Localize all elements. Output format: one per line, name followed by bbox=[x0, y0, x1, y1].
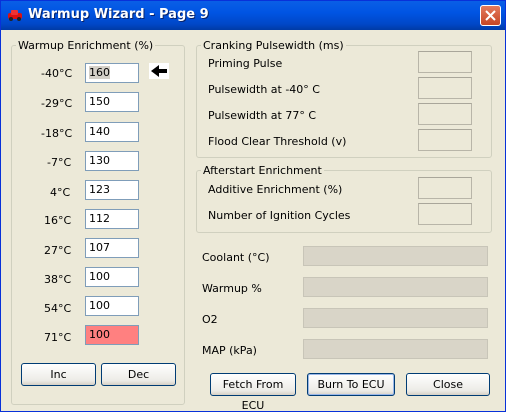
warmup-value-input[interactable]: 123 bbox=[85, 180, 139, 200]
close-window-button[interactable] bbox=[480, 5, 501, 26]
additive-enrichment-field bbox=[418, 177, 472, 199]
temp-label: -29°C bbox=[41, 97, 73, 110]
temp-label: -40°C bbox=[41, 67, 73, 80]
close-icon bbox=[485, 10, 496, 21]
inc-button[interactable]: Inc bbox=[21, 363, 96, 386]
warmup-value-input[interactable]: 160 bbox=[85, 63, 139, 83]
pulsewidth-minus40-field bbox=[418, 77, 472, 99]
close-button[interactable]: Close bbox=[406, 373, 490, 396]
dec-button[interactable]: Dec bbox=[101, 363, 176, 386]
window-title: Warmup Wizard - Page 9 bbox=[28, 7, 209, 22]
warmup-value-input[interactable]: 150 bbox=[85, 92, 139, 112]
temp-label: -18°C bbox=[41, 127, 73, 140]
pointer-arrow-icon bbox=[149, 63, 169, 79]
priming-pulse-label: Priming Pulse bbox=[208, 57, 283, 70]
o2-label: O2 bbox=[202, 313, 218, 326]
warmup-value-input[interactable]: 100 bbox=[85, 296, 139, 316]
pulsewidth-77-field bbox=[418, 103, 472, 125]
warmup-value-input[interactable]: 112 bbox=[85, 209, 139, 229]
warmup-value-input[interactable]: 100 bbox=[85, 267, 139, 287]
coolant-label: Coolant (°C) bbox=[202, 251, 270, 264]
temp-label: 38°C bbox=[44, 273, 72, 286]
warmup-percent-readout bbox=[303, 277, 488, 297]
warmup-value-input[interactable]: 140 bbox=[85, 122, 139, 142]
temp-label: 71°C bbox=[44, 331, 72, 344]
warmup-value-text: 160 bbox=[89, 66, 110, 79]
temp-label: -7°C bbox=[47, 156, 72, 169]
ignition-cycles-label: Number of Ignition Cycles bbox=[208, 209, 351, 222]
app-car-icon bbox=[8, 10, 22, 21]
coolant-readout bbox=[303, 246, 488, 266]
warmup-value-input[interactable]: 107 bbox=[85, 238, 139, 258]
fetch-from-ecu-button[interactable]: Fetch From ECU bbox=[210, 373, 296, 412]
map-label: MAP (kPa) bbox=[202, 344, 257, 357]
ignition-cycles-field bbox=[418, 203, 472, 225]
o2-readout bbox=[303, 308, 488, 328]
temp-label: 16°C bbox=[44, 214, 72, 227]
flood-clear-label: Flood Clear Threshold (v) bbox=[208, 135, 347, 148]
afterstart-enrichment-legend: Afterstart Enrichment bbox=[203, 164, 322, 177]
priming-pulse-field bbox=[418, 51, 472, 73]
flood-clear-field bbox=[418, 129, 472, 151]
warmup-value-input-highlighted[interactable]: 100 bbox=[85, 325, 139, 345]
pulsewidth-77-label: Pulsewidth at 77° C bbox=[208, 109, 317, 122]
temp-label: 54°C bbox=[44, 302, 72, 315]
temp-label: 4°C bbox=[50, 186, 71, 199]
temp-label: 27°C bbox=[44, 244, 72, 257]
warmup-enrichment-legend: Warmup Enrichment (%) bbox=[18, 39, 154, 52]
pulsewidth-minus40-label: Pulsewidth at -40° C bbox=[208, 83, 320, 96]
additive-enrichment-label: Additive Enrichment (%) bbox=[208, 183, 343, 196]
burn-to-ecu-button[interactable]: Burn To ECU bbox=[307, 373, 395, 396]
warmup-percent-label: Warmup % bbox=[202, 282, 262, 295]
warmup-value-input[interactable]: 130 bbox=[85, 151, 139, 171]
title-bar[interactable]: Warmup Wizard - Page 9 bbox=[1, 1, 505, 30]
cranking-pulsewidth-legend: Cranking Pulsewidth (ms) bbox=[203, 39, 344, 52]
warmup-wizard-window: Warmup Wizard - Page 9 Warmup Enrichment… bbox=[0, 0, 506, 412]
map-readout bbox=[303, 339, 488, 359]
